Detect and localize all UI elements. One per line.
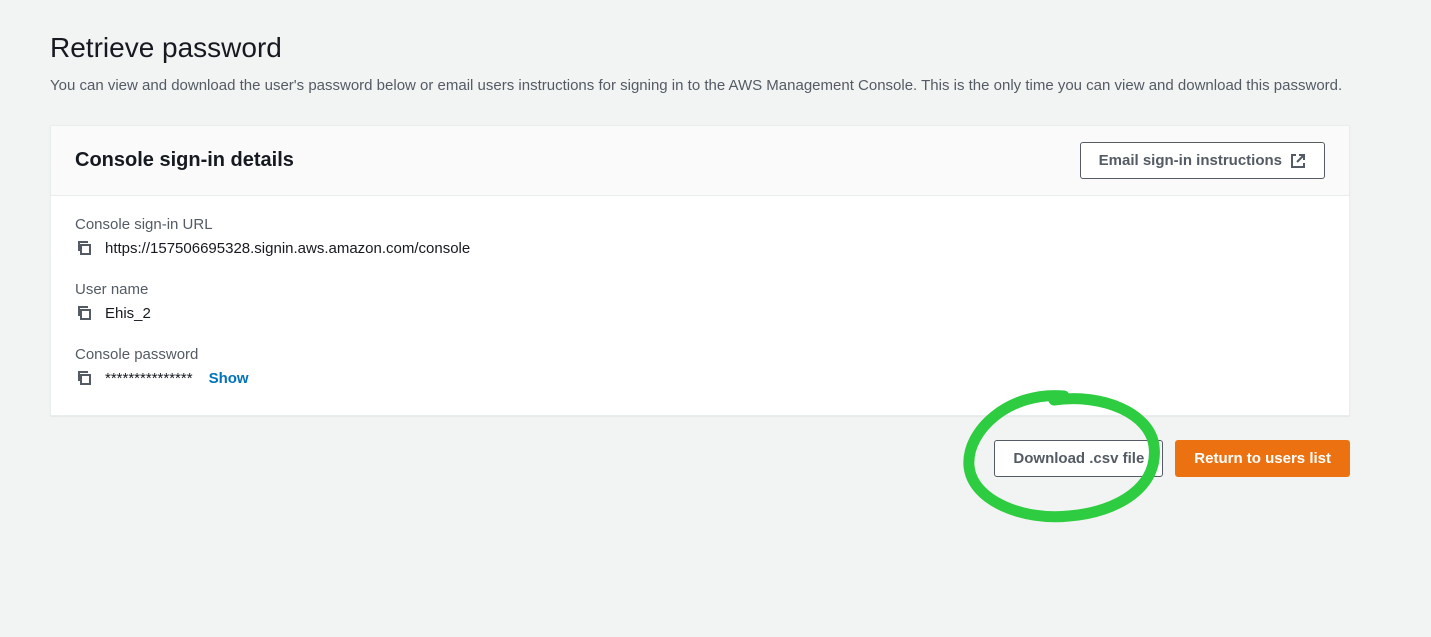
signin-url-field: Console sign-in URL https://157506695328…	[75, 216, 1325, 257]
footer-actions: Download .csv file Return to users list	[50, 440, 1350, 477]
password-label: Console password	[75, 346, 1325, 363]
email-instructions-label: Email sign-in instructions	[1099, 150, 1282, 171]
page-title: Retrieve password	[50, 32, 1350, 64]
return-users-list-label: Return to users list	[1194, 448, 1331, 469]
download-csv-button[interactable]: Download .csv file	[994, 440, 1163, 477]
username-label: User name	[75, 281, 1325, 298]
external-link-icon	[1290, 153, 1306, 169]
signin-url-label: Console sign-in URL	[75, 216, 1325, 233]
copy-icon[interactable]	[75, 304, 93, 322]
password-field: Console password *************** Show	[75, 346, 1325, 387]
panel-body: Console sign-in URL https://157506695328…	[51, 196, 1349, 415]
page-subtitle: You can view and download the user's pas…	[50, 74, 1350, 97]
signin-url-value: https://157506695328.signin.aws.amazon.c…	[105, 240, 470, 257]
return-users-list-button[interactable]: Return to users list	[1175, 440, 1350, 477]
panel-header: Console sign-in details Email sign-in in…	[51, 126, 1349, 196]
password-value: ***************	[105, 370, 193, 387]
show-password-link[interactable]: Show	[209, 370, 249, 387]
copy-icon[interactable]	[75, 239, 93, 257]
username-value: Ehis_2	[105, 305, 151, 322]
panel-title: Console sign-in details	[75, 149, 294, 172]
signin-details-panel: Console sign-in details Email sign-in in…	[50, 125, 1350, 416]
download-csv-label: Download .csv file	[1013, 448, 1144, 469]
username-field: User name Ehis_2	[75, 281, 1325, 322]
email-instructions-button[interactable]: Email sign-in instructions	[1080, 142, 1325, 179]
copy-icon[interactable]	[75, 369, 93, 387]
